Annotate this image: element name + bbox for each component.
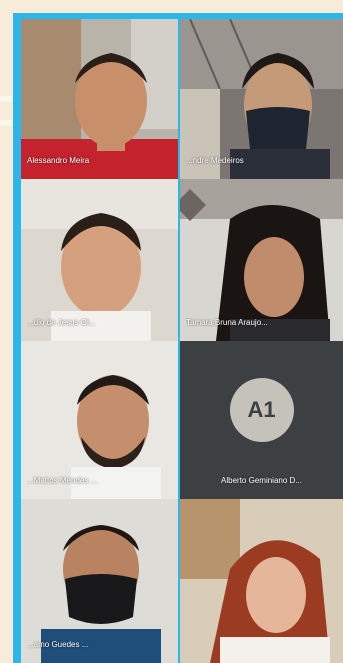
- participant-name: ...ndre Medeiros: [186, 156, 244, 165]
- participant-tile-medeiros[interactable]: ...ndre Medeiros: [180, 19, 343, 179]
- participant-tile-8[interactable]: [180, 499, 343, 663]
- participant-tile-claudio[interactable]: ...dio de Jesus Ol...: [21, 179, 178, 341]
- participant-name: Tamara Bruna Araujo...: [186, 318, 268, 327]
- participant-name: Alessandro Meira: [27, 156, 90, 165]
- video-feed: [21, 179, 178, 341]
- participant-tile-tamara[interactable]: Tamara Bruna Araujo...: [180, 179, 343, 341]
- video-feed: [180, 19, 343, 179]
- participant-avatar: A1: [229, 378, 294, 442]
- participant-grid: Alessandro Meira ...ndre Medeiros ...dio…: [21, 19, 343, 663]
- video-feed: [21, 19, 178, 179]
- participant-name: Alberto Geminiano D...: [221, 476, 302, 485]
- video-feed: [180, 499, 343, 663]
- participant-name: ...Mattos Mendes ...: [27, 476, 98, 485]
- video-feed: [180, 179, 343, 341]
- participant-tile-alessandro[interactable]: Alessandro Meira: [21, 19, 178, 179]
- participant-tile-guedes[interactable]: ...amo Guedes ...: [21, 499, 178, 663]
- participant-name: ...dio de Jesus Ol...: [27, 318, 96, 327]
- participant-name: ...amo Guedes ...: [27, 640, 89, 649]
- participant-tile-alberto[interactable]: A1 Alberto Geminiano D...: [180, 341, 343, 499]
- video-feed: [21, 499, 178, 663]
- participant-tile-mattos[interactable]: ...Mattos Mendes ...: [21, 341, 178, 499]
